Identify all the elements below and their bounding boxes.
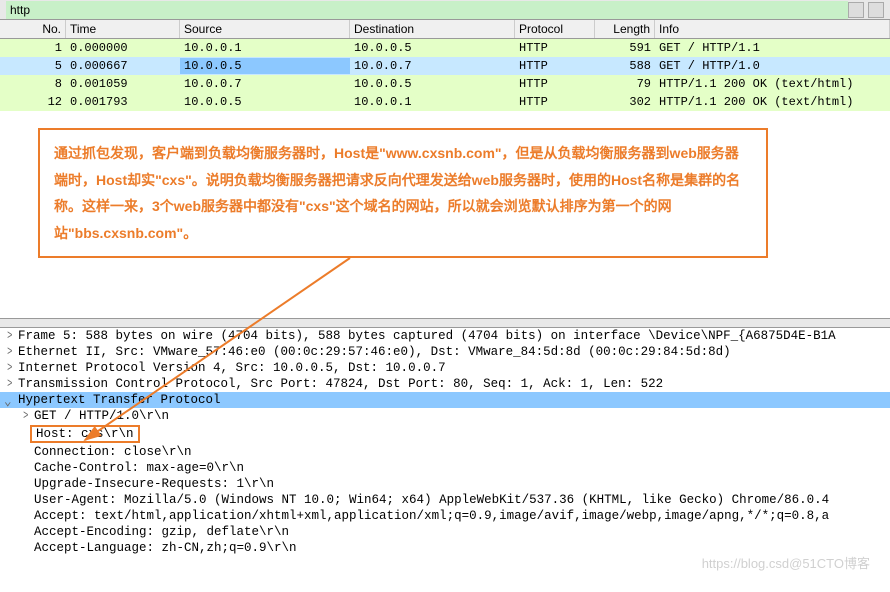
annotation-text: 通过抓包发现，客户端到负载均衡服务器时，Host是"www.cxsnb.com"… [54,145,740,241]
detail-http-useragent[interactable]: User-Agent: Mozilla/5.0 (Windows NT 10.0… [0,492,890,508]
detail-http-get[interactable]: GET / HTTP/1.0\r\n [0,408,890,424]
annotation-callout: 通过抓包发现，客户端到负载均衡服务器时，Host是"www.cxsnb.com"… [38,128,768,258]
pane-divider[interactable] [0,318,890,328]
packet-list-header: No. Time Source Destination Protocol Len… [0,20,890,39]
packet-list-pane: No. Time Source Destination Protocol Len… [0,20,890,111]
clear-filter-icon[interactable] [848,2,864,18]
packet-row[interactable]: 80.00105910.0.0.710.0.0.5HTTP79HTTP/1.1 … [0,75,890,93]
detail-ip[interactable]: Internet Protocol Version 4, Src: 10.0.0… [0,360,890,376]
apply-filter-icon[interactable] [868,2,884,18]
detail-frame[interactable]: Frame 5: 588 bytes on wire (4704 bits), … [0,328,890,344]
col-header-source[interactable]: Source [180,20,350,38]
host-highlight-box: Host: cxs\r\n [30,425,140,443]
col-header-time[interactable]: Time [66,20,180,38]
col-header-len[interactable]: Length [595,20,655,38]
detail-http-connection[interactable]: Connection: close\r\n [0,444,890,460]
detail-http-upgrade[interactable]: Upgrade-Insecure-Requests: 1\r\n [0,476,890,492]
col-header-info[interactable]: Info [655,20,890,38]
packet-row[interactable]: 120.00179310.0.0.510.0.0.1HTTP302HTTP/1.… [0,93,890,111]
filter-toolbar [0,0,890,20]
detail-tcp[interactable]: Transmission Control Protocol, Src Port:… [0,376,890,392]
display-filter-input[interactable] [6,1,848,19]
detail-http[interactable]: Hypertext Transfer Protocol [0,392,890,408]
detail-http-host[interactable]: Host: cxs\r\n [0,424,890,444]
detail-http-acclang[interactable]: Accept-Language: zh-CN,zh;q=0.9\r\n [0,540,890,556]
packet-row[interactable]: 10.00000010.0.0.110.0.0.5HTTP591GET / HT… [0,39,890,57]
col-header-proto[interactable]: Protocol [515,20,595,38]
detail-http-accept[interactable]: Accept: text/html,application/xhtml+xml,… [0,508,890,524]
toolbar-buttons [848,2,884,18]
detail-http-accenc[interactable]: Accept-Encoding: gzip, deflate\r\n [0,524,890,540]
packet-row[interactable]: 50.00066710.0.0.510.0.0.7HTTP588GET / HT… [0,57,890,75]
col-header-no[interactable]: No. [0,20,66,38]
detail-http-cache[interactable]: Cache-Control: max-age=0\r\n [0,460,890,476]
col-header-dest[interactable]: Destination [350,20,515,38]
detail-ethernet[interactable]: Ethernet II, Src: VMware_57:46:e0 (00:0c… [0,344,890,360]
packet-details-pane: Frame 5: 588 bytes on wire (4704 bits), … [0,328,890,592]
